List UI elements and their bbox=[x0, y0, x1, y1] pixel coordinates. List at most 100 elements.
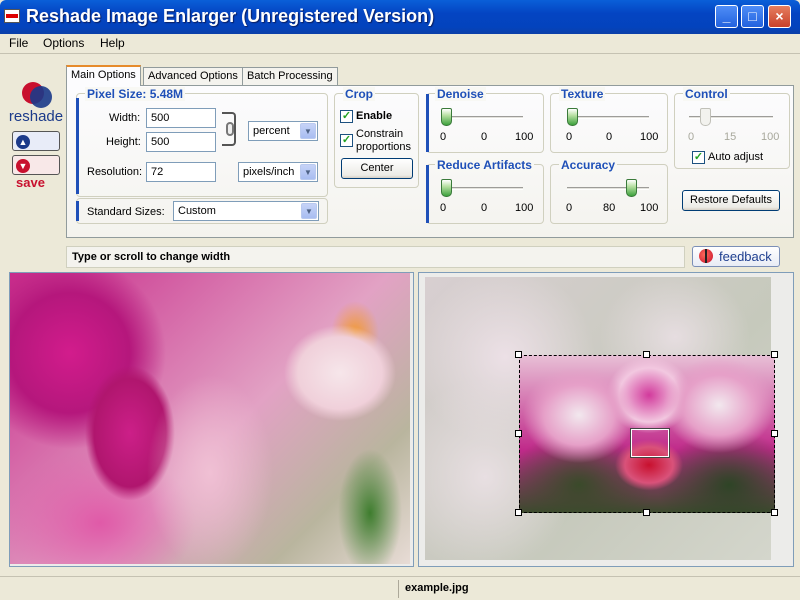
reshade-logo-icon bbox=[16, 82, 56, 108]
size-unit-select[interactable]: percent ▼ bbox=[248, 121, 318, 141]
maximize-button[interactable]: □ bbox=[741, 5, 764, 28]
hint-bar: Type or scroll to change width bbox=[66, 246, 685, 268]
open-button[interactable]: ▲open bbox=[12, 131, 60, 166]
constrain-proportions-label: Constrain proportions bbox=[356, 128, 412, 153]
crop-enable-checkbox[interactable]: ✓ bbox=[340, 110, 353, 123]
feedback-button[interactable]: feedback bbox=[692, 246, 780, 267]
texture-title: Texture bbox=[559, 87, 606, 101]
save-arrow-icon: ▼ bbox=[16, 158, 30, 173]
control-max: 100 bbox=[761, 131, 780, 143]
zoomed-orchid-image bbox=[10, 273, 410, 564]
texture-slider-thumb[interactable] bbox=[567, 108, 578, 126]
tab-advanced-options[interactable]: Advanced Options bbox=[143, 67, 243, 85]
full-image-pane[interactable] bbox=[418, 272, 794, 567]
resolution-unit-select[interactable]: pixels/inch ▼ bbox=[238, 162, 318, 182]
chain-link-icon[interactable] bbox=[226, 122, 234, 136]
accuracy-value: 80 bbox=[603, 202, 616, 214]
resolution-input[interactable]: 72 bbox=[146, 162, 216, 182]
width-label: Width: bbox=[109, 112, 141, 124]
reduce-artifacts-max: 100 bbox=[515, 202, 534, 214]
pixel-size-title: Pixel Size: 5.48M bbox=[85, 87, 186, 101]
chevron-down-icon: ▼ bbox=[301, 203, 317, 219]
reduce-artifacts-title: Reduce Artifacts bbox=[435, 158, 534, 172]
denoise-slider[interactable] bbox=[441, 116, 523, 119]
texture-value: 0 bbox=[606, 131, 613, 143]
control-title: Control bbox=[683, 87, 730, 101]
chevron-down-icon: ▼ bbox=[300, 123, 316, 139]
crop-handle-n[interactable] bbox=[643, 351, 650, 358]
auto-adjust-label: Auto adjust bbox=[708, 151, 764, 163]
crop-handle-e[interactable] bbox=[771, 430, 778, 437]
crop-handle-se[interactable] bbox=[771, 509, 778, 516]
control-min: 0 bbox=[688, 131, 695, 143]
accuracy-group: Accuracy 0 80 100 bbox=[550, 158, 668, 224]
accuracy-max: 100 bbox=[640, 202, 659, 214]
status-bar: example.jpg bbox=[0, 576, 800, 600]
ladybug-icon bbox=[699, 249, 713, 263]
crop-group: Crop ✓ Enable ✓ Constrain proportions Ce… bbox=[334, 87, 419, 188]
height-input[interactable]: 500 bbox=[146, 132, 216, 152]
constrain-proportions-checkbox[interactable]: ✓ bbox=[340, 134, 353, 147]
crop-handle-sw[interactable] bbox=[515, 509, 522, 516]
denoise-title: Denoise bbox=[435, 87, 486, 101]
open-arrow-icon: ▲ bbox=[16, 134, 30, 149]
save-button-label: save bbox=[16, 175, 45, 190]
denoise-slider-thumb[interactable] bbox=[441, 108, 452, 126]
crop-title: Crop bbox=[343, 87, 375, 101]
app-icon[interactable] bbox=[4, 9, 20, 23]
zoomed-preview-pane[interactable] bbox=[9, 272, 414, 567]
denoise-min: 0 bbox=[440, 131, 447, 143]
reduce-artifacts-slider[interactable] bbox=[441, 187, 523, 190]
window-title: Reshade Image Enlarger (Unregistered Ver… bbox=[26, 6, 435, 26]
pixel-size-group: Pixel Size: 5.48M Width: 500 Height: 500… bbox=[76, 87, 328, 197]
reduce-artifacts-group: Reduce Artifacts 0 0 100 bbox=[426, 158, 544, 224]
save-button[interactable]: ▼ save bbox=[12, 155, 60, 190]
reduce-artifacts-min: 0 bbox=[440, 202, 447, 214]
crop-enable-label: Enable bbox=[356, 110, 393, 122]
auto-adjust-checkbox[interactable]: ✓ bbox=[692, 151, 705, 164]
width-input[interactable]: 500 bbox=[146, 108, 216, 128]
reduce-artifacts-value: 0 bbox=[481, 202, 488, 214]
standard-sizes-select[interactable]: Custom ▼ bbox=[173, 201, 319, 221]
logo-text: reshade bbox=[8, 108, 64, 125]
close-button[interactable]: × bbox=[768, 5, 791, 28]
tab-batch-processing[interactable]: Batch Processing bbox=[242, 67, 338, 85]
accuracy-title: Accuracy bbox=[559, 158, 618, 172]
feedback-label: feedback bbox=[719, 249, 772, 264]
menu-options[interactable]: Options bbox=[43, 36, 84, 50]
crop-handle-w[interactable] bbox=[515, 430, 522, 437]
minimize-button[interactable]: _ bbox=[715, 5, 738, 28]
menu-bar: File Options Help bbox=[0, 34, 800, 54]
texture-max: 100 bbox=[640, 131, 659, 143]
chevron-down-icon: ▼ bbox=[300, 164, 316, 180]
texture-slider[interactable] bbox=[567, 116, 649, 119]
texture-group: Texture 0 0 100 bbox=[550, 87, 668, 153]
logo-area: reshade ▲open ▼ save bbox=[8, 82, 64, 190]
tab-main-options[interactable]: Main Options bbox=[66, 65, 141, 86]
height-label: Height: bbox=[106, 136, 141, 148]
resolution-label: Resolution: bbox=[87, 166, 143, 178]
title-bar[interactable]: Reshade Image Enlarger (Unregistered Ver… bbox=[0, 0, 800, 34]
menu-help[interactable]: Help bbox=[100, 36, 125, 50]
control-slider-thumb[interactable] bbox=[700, 108, 711, 126]
crop-handle-ne[interactable] bbox=[771, 351, 778, 358]
control-value: 15 bbox=[724, 131, 737, 143]
standard-sizes-group: Standard Sizes: Custom ▼ bbox=[76, 198, 328, 224]
preview-focus-box[interactable] bbox=[630, 428, 670, 458]
restore-defaults-button[interactable]: Restore Defaults bbox=[682, 190, 780, 211]
texture-min: 0 bbox=[566, 131, 573, 143]
denoise-group: Denoise 0 0 100 bbox=[426, 87, 544, 153]
denoise-value: 0 bbox=[481, 131, 488, 143]
denoise-max: 100 bbox=[515, 131, 534, 143]
orchid-thumbnail-image bbox=[425, 277, 778, 560]
center-button[interactable]: Center bbox=[341, 158, 413, 179]
crop-handle-nw[interactable] bbox=[515, 351, 522, 358]
main-options-panel: Pixel Size: 5.48M Width: 500 Height: 500… bbox=[66, 85, 794, 238]
control-group: Control 0 15 100 ✓ Auto adjust bbox=[674, 87, 790, 169]
reduce-artifacts-slider-thumb[interactable] bbox=[441, 179, 452, 197]
status-filename: example.jpg bbox=[398, 580, 598, 598]
crop-handle-s[interactable] bbox=[643, 509, 650, 516]
menu-file[interactable]: File bbox=[9, 36, 28, 50]
accuracy-slider-thumb[interactable] bbox=[626, 179, 637, 197]
accuracy-min: 0 bbox=[566, 202, 573, 214]
